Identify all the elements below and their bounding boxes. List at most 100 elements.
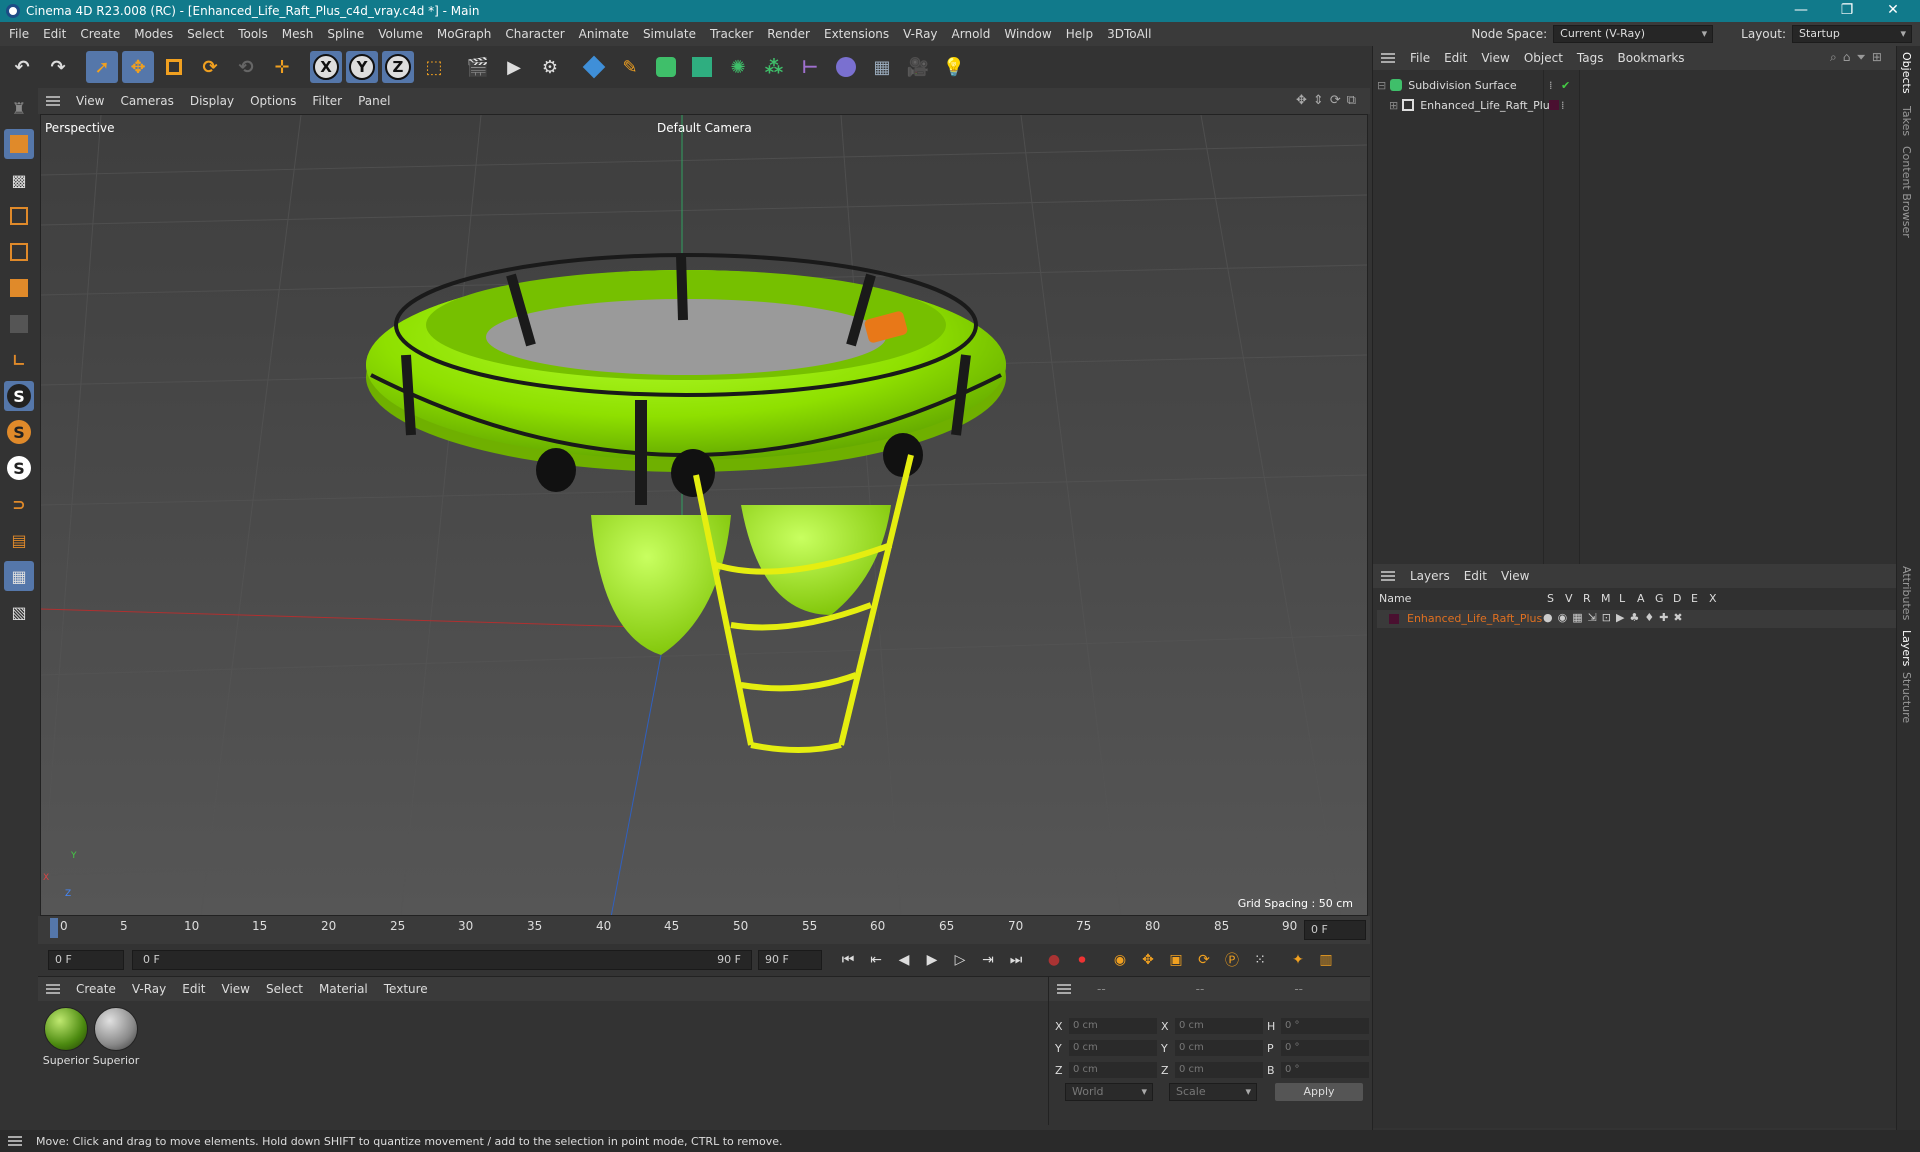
- move-tool-icon[interactable]: ✥: [122, 51, 154, 83]
- menu-edit[interactable]: Edit: [36, 27, 73, 41]
- menu-select[interactable]: Select: [180, 27, 231, 41]
- object-row-subdivision-surface[interactable]: ⊟ Subdivision Surface ⁞ ✔: [1377, 76, 1570, 94]
- material-menu-icon[interactable]: [46, 984, 60, 994]
- menu-tools[interactable]: Tools: [231, 27, 275, 41]
- menu-window[interactable]: Window: [997, 27, 1058, 41]
- rotation-b-field[interactable]: 0 °: [1281, 1062, 1369, 1078]
- layer-menu-edit[interactable]: Edit: [1457, 569, 1494, 583]
- layer-toggle-icons[interactable]: ●◉▦⇲⊡▶♣♦✚✖: [1543, 611, 1688, 624]
- position-y-field[interactable]: 0 cm: [1069, 1040, 1157, 1056]
- light-icon[interactable]: 💡: [938, 51, 970, 83]
- tab-layers[interactable]: Layers: [1900, 630, 1913, 666]
- polygon-mode-icon[interactable]: [4, 273, 34, 303]
- expand-icon[interactable]: ⊟: [1377, 79, 1386, 92]
- render-view-icon[interactable]: 🎬: [462, 51, 494, 83]
- tab-takes[interactable]: Takes: [1900, 106, 1913, 136]
- recent-tool-icon[interactable]: ⟲: [230, 51, 262, 83]
- menu-mesh[interactable]: Mesh: [275, 27, 321, 41]
- select-tool-icon[interactable]: ➚: [86, 51, 118, 83]
- field-icon[interactable]: [830, 51, 862, 83]
- y-axis-lock-button[interactable]: Y: [346, 51, 378, 83]
- layout-dropdown[interactable]: Startup: [1792, 25, 1912, 43]
- texture-mode-icon[interactable]: ▩: [4, 165, 34, 195]
- object-menu-object[interactable]: Object: [1517, 51, 1570, 65]
- object-manager-menu-icon[interactable]: [1381, 53, 1395, 63]
- object-manager-tool-icons[interactable]: ⌕⌂⏷⊞: [1830, 50, 1888, 65]
- current-frame-field[interactable]: 0 F: [1304, 920, 1366, 940]
- size-y-field[interactable]: 0 cm: [1175, 1040, 1263, 1056]
- size-z-field[interactable]: 0 cm: [1175, 1062, 1263, 1078]
- layer-manager-menu-icon[interactable]: [1381, 571, 1395, 581]
- previous-frame-icon[interactable]: ◀: [892, 948, 916, 972]
- apply-button[interactable]: Apply: [1275, 1083, 1363, 1101]
- snap-icon[interactable]: S: [4, 381, 34, 411]
- coords-menu-icon[interactable]: [1057, 984, 1071, 994]
- restore-button[interactable]: ❐: [1824, 0, 1870, 22]
- object-menu-file[interactable]: File: [1403, 51, 1437, 65]
- motion-system-icon[interactable]: ✦: [1286, 948, 1310, 972]
- subdivision-surface-icon[interactable]: [650, 51, 682, 83]
- uv-mode-icon[interactable]: [4, 309, 34, 339]
- next-key-icon[interactable]: ⇥: [976, 948, 1000, 972]
- menu-create[interactable]: Create: [73, 27, 127, 41]
- autokey-icon[interactable]: ●: [1042, 948, 1066, 972]
- menu-simulate[interactable]: Simulate: [636, 27, 703, 41]
- next-frame-icon[interactable]: ▷: [948, 948, 972, 972]
- live-select-icon[interactable]: ✛: [266, 51, 298, 83]
- spline-pen-icon[interactable]: ✎: [614, 51, 646, 83]
- layer-color-icon[interactable]: [1549, 100, 1559, 110]
- rotate-tool-icon[interactable]: ⟳: [194, 51, 226, 83]
- layer-menu-layers[interactable]: Layers: [1403, 569, 1457, 583]
- position-x-field[interactable]: 0 cm: [1069, 1018, 1157, 1034]
- tab-content-browser[interactable]: Content Browser: [1900, 146, 1913, 238]
- menu-tracker[interactable]: Tracker: [703, 27, 760, 41]
- record-icon[interactable]: ⏺: [1070, 948, 1094, 972]
- material-swatch[interactable]: Superior: [92, 1007, 140, 1067]
- magnet-icon[interactable]: ⊃: [4, 489, 34, 519]
- perspective-viewport[interactable]: Perspective Default Camera Grid Spacing …: [40, 114, 1368, 916]
- size-x-field[interactable]: 0 cm: [1175, 1018, 1263, 1034]
- start-frame-field[interactable]: 0 F: [48, 950, 124, 970]
- node-space-dropdown[interactable]: Current (V-Ray): [1553, 25, 1714, 43]
- go-to-end-icon[interactable]: ⏭: [1004, 948, 1028, 972]
- locked-workplane-icon[interactable]: ▧: [4, 597, 34, 627]
- menu-help[interactable]: Help: [1059, 27, 1100, 41]
- object-menu-bookmarks[interactable]: Bookmarks: [1611, 51, 1692, 65]
- play-icon[interactable]: ▶: [920, 948, 944, 972]
- menu-modes[interactable]: Modes: [127, 27, 180, 41]
- tab-structure[interactable]: Structure: [1900, 672, 1913, 723]
- deformer-icon[interactable]: ⊢: [794, 51, 826, 83]
- viewport-camera-label[interactable]: Default Camera: [657, 121, 752, 135]
- menu-animate[interactable]: Animate: [572, 27, 636, 41]
- viewport-menu-view[interactable]: View: [68, 94, 112, 108]
- z-axis-lock-button[interactable]: Z: [382, 51, 414, 83]
- workplane-snap-icon[interactable]: S: [4, 453, 34, 483]
- material-menu-edit[interactable]: Edit: [174, 982, 213, 996]
- key-rotate-icon[interactable]: ⟳: [1192, 948, 1216, 972]
- end-frame-field[interactable]: 90 F: [758, 950, 822, 970]
- key-scale-icon[interactable]: ▣: [1164, 948, 1188, 972]
- model-mode-icon[interactable]: [4, 129, 34, 159]
- workplane-icon[interactable]: ▤: [4, 525, 34, 555]
- tab-attributes[interactable]: Attributes: [1900, 566, 1913, 620]
- key-move-icon[interactable]: ✥: [1136, 948, 1160, 972]
- viewport-menu-cameras[interactable]: Cameras: [112, 94, 181, 108]
- material-menu-vray[interactable]: V-Ray: [124, 982, 174, 996]
- snap-settings-icon[interactable]: S: [4, 417, 34, 447]
- camera-icon[interactable]: 🎥: [902, 51, 934, 83]
- coordinate-system-icon[interactable]: ⬚: [418, 51, 450, 83]
- make-editable-icon[interactable]: ♜: [4, 93, 34, 123]
- redo-icon[interactable]: ↷: [42, 51, 74, 83]
- point-mode-icon[interactable]: [4, 201, 34, 231]
- object-menu-tags[interactable]: Tags: [1570, 51, 1611, 65]
- viewport-menu-filter[interactable]: Filter: [304, 94, 350, 108]
- visibility-icon[interactable]: ⁞: [1561, 99, 1565, 112]
- floor-icon[interactable]: ▦: [866, 51, 898, 83]
- material-menu-material[interactable]: Material: [311, 982, 376, 996]
- playhead[interactable]: [50, 918, 58, 938]
- object-row-raft[interactable]: ⊞ Enhanced_Life_Raft_Plus ⁞: [1389, 96, 1565, 114]
- key-pla-icon[interactable]: ⁙: [1248, 948, 1272, 972]
- menu-file[interactable]: File: [0, 27, 36, 41]
- object-menu-edit[interactable]: Edit: [1437, 51, 1474, 65]
- menu-spline[interactable]: Spline: [320, 27, 371, 41]
